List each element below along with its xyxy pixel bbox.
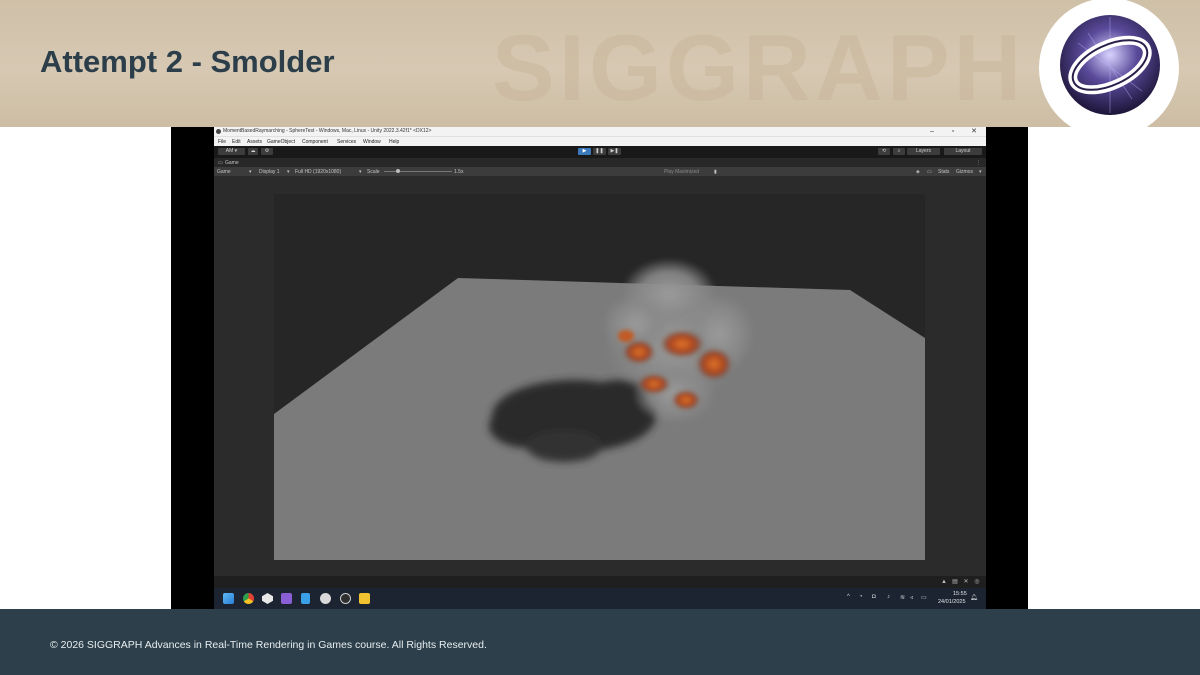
- play-maximized-dropdown[interactable]: Play Maximized: [664, 169, 699, 175]
- tray-app-icon[interactable]: ◔: [859, 594, 863, 600]
- view-mode-dropdown[interactable]: Game: [217, 169, 231, 175]
- menu-assets[interactable]: Assets: [247, 139, 262, 145]
- battery-icon[interactable]: ▭: [921, 594, 927, 601]
- volume-icon[interactable]: ◃: [910, 594, 913, 601]
- view-mode-chevron-icon[interactable]: ▾: [249, 169, 252, 175]
- volume-icon[interactable]: ◈: [916, 169, 920, 175]
- account-dropdown[interactable]: AM ▾: [218, 148, 245, 155]
- mute-audio-icon[interactable]: ▮: [714, 169, 717, 175]
- bug-icon[interactable]: ✕: [963, 579, 969, 585]
- render-scene: [274, 258, 925, 560]
- game-view-toolbar: Game ▾ Display 1 ▾ Full HD (1920x1080) ▾…: [214, 167, 986, 176]
- windows-start-icon[interactable]: [223, 593, 234, 604]
- pause-button[interactable]: ❚❚: [593, 148, 606, 155]
- menu-component[interactable]: Component: [302, 139, 328, 145]
- window-titlebar: MomentBasedRaymarching - SphereTest - Wi…: [214, 127, 986, 136]
- unity-editor-window: MomentBasedRaymarching - SphereTest - Wi…: [214, 127, 986, 609]
- obs-icon[interactable]: [340, 593, 351, 604]
- layers-dropdown[interactable]: Layers: [907, 148, 940, 155]
- siggraph-watermark: SIGGRAPH: [492, 15, 1026, 120]
- cloud-icon[interactable]: ☁: [248, 148, 258, 155]
- tab-menu-icon[interactable]: ⋮: [976, 160, 981, 166]
- resolution-dropdown[interactable]: Full HD (1920x1080): [295, 169, 341, 175]
- gizmos-dropdown[interactable]: Gizmos: [956, 169, 973, 175]
- aspect-icon[interactable]: ▭: [927, 169, 932, 175]
- file-explorer-icon[interactable]: [359, 593, 370, 604]
- warning-icon[interactable]: ▲: [941, 579, 947, 585]
- slide-footer: © 2026 SIGGRAPH Advances in Real-Time Re…: [0, 609, 1200, 675]
- play-button[interactable]: ▶: [578, 148, 591, 155]
- notification-bell-icon[interactable]: 🔔︎: [970, 594, 978, 601]
- tray-chevron-icon[interactable]: ^: [847, 594, 850, 600]
- unity-icon[interactable]: [262, 593, 273, 604]
- wifi-icon[interactable]: ≋: [900, 594, 905, 601]
- menu-bar: File Edit Assets GameObject Component Se…: [214, 136, 986, 146]
- slide-header: SIGGRAPH Attempt 2 - Smolder: [0, 0, 1200, 127]
- game-viewport[interactable]: [274, 194, 925, 560]
- scale-value: 1.5x: [454, 168, 464, 175]
- menu-gameobject[interactable]: GameObject: [267, 139, 295, 145]
- search-icon[interactable]: ⌕: [893, 148, 905, 155]
- step-button[interactable]: ▶❚: [608, 148, 621, 155]
- video-frame: MomentBasedRaymarching - SphereTest - Wi…: [171, 127, 1028, 609]
- microphone-icon[interactable]: ♪: [887, 594, 890, 600]
- menu-edit[interactable]: Edit: [232, 139, 241, 145]
- editor-status-bar: ▲ ▤ ✕ ◎: [214, 576, 986, 588]
- unity-logo-icon: [216, 128, 221, 134]
- menu-help[interactable]: Help: [389, 139, 399, 145]
- tab-game[interactable]: Game: [225, 160, 239, 166]
- scale-label: Scale: [367, 168, 380, 175]
- copyright-notice: © 2026 SIGGRAPH Advances in Real-Time Re…: [50, 639, 487, 651]
- game-tab-bar: ▭ Game ⋮: [214, 158, 986, 167]
- chrome-icon[interactable]: [243, 593, 254, 604]
- display-dropdown[interactable]: Display 1: [259, 169, 280, 175]
- scale-slider-handle[interactable]: [396, 169, 400, 173]
- log-icon[interactable]: ▤: [952, 579, 958, 585]
- visual-studio-icon[interactable]: [281, 593, 292, 604]
- game-tab-icon: ▭: [218, 159, 223, 166]
- tray-drive-icon[interactable]: ◘: [872, 594, 876, 600]
- settings-icon[interactable]: ◎: [974, 579, 980, 585]
- gizmos-chevron-icon[interactable]: ▾: [979, 169, 982, 175]
- clock-time[interactable]: 15:55: [953, 591, 967, 597]
- unity-hub-icon[interactable]: [320, 593, 331, 604]
- slide-title: Attempt 2 - Smolder: [40, 44, 335, 79]
- collab-icon[interactable]: ⚙: [261, 148, 273, 155]
- clock-date[interactable]: 24/01/2025: [938, 599, 966, 605]
- menu-window[interactable]: Window: [363, 139, 381, 145]
- close-button[interactable]: ✕: [964, 127, 984, 136]
- menu-file[interactable]: File: [218, 139, 226, 145]
- windows-taskbar: ^ ◔ ◘ ♪ ≋ ◃ ▭ 15:55 24/01/2025 🔔︎: [214, 588, 986, 609]
- history-icon[interactable]: ⟲: [878, 148, 890, 155]
- editor-toolbar: AM ▾ ☁ ⚙ ▶ ❚❚ ▶❚ ⟲ ⌕ Layers Layout: [214, 146, 986, 158]
- window-title: MomentBasedRaymarching - SphereTest - Wi…: [223, 128, 432, 134]
- siggraph-logo-icon: [1060, 15, 1160, 115]
- resolution-chevron-icon[interactable]: ▾: [359, 169, 362, 175]
- notepad-icon[interactable]: [301, 593, 310, 604]
- maximize-button[interactable]: ▫: [943, 127, 963, 136]
- stats-button[interactable]: Stats: [938, 169, 949, 175]
- minimize-button[interactable]: –: [922, 127, 942, 136]
- layout-dropdown[interactable]: Layout: [944, 148, 982, 155]
- scale-slider[interactable]: [384, 171, 452, 172]
- menu-services[interactable]: Services: [337, 139, 356, 145]
- display-chevron-icon[interactable]: ▾: [287, 169, 290, 175]
